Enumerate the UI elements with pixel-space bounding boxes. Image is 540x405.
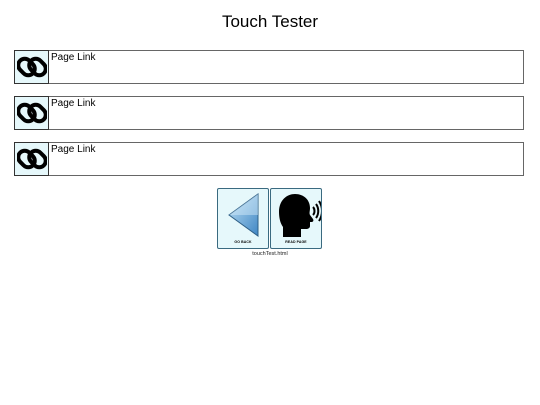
go-back-button[interactable]: GO BACK [217, 188, 269, 249]
page-title: Touch Tester [221, 12, 319, 31]
page-link-label: Page Link [51, 52, 96, 63]
action-buttons: GO BACK READ PAGE [217, 188, 323, 250]
link-chain-icon [14, 50, 49, 84]
read-page-label: READ PAGE [285, 240, 307, 244]
read-page-button[interactable]: READ PAGE [270, 188, 322, 249]
page-link-row-1[interactable]: Page Link [14, 50, 524, 84]
page-link-row-2[interactable]: Page Link [14, 96, 524, 130]
filename-caption: touchTest.html [252, 251, 288, 257]
page-link-label: Page Link [51, 98, 96, 109]
speaking-head-icon [279, 194, 321, 237]
go-back-label: GO BACK [234, 240, 252, 244]
page-link-row-3[interactable]: Page Link [14, 142, 524, 176]
link-chain-icon [14, 142, 49, 176]
page-link-label: Page Link [51, 144, 96, 155]
back-arrow-icon [228, 193, 259, 237]
link-chain-icon [14, 96, 49, 130]
